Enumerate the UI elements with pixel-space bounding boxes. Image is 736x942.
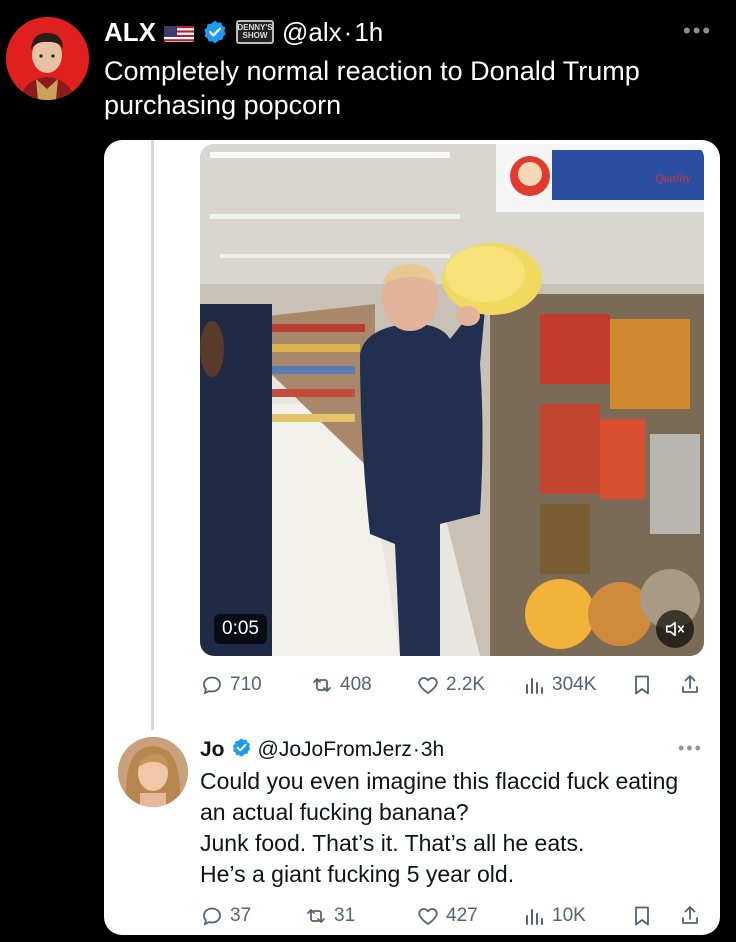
like-button[interactable]: 427	[416, 904, 478, 928]
quoted-thread-card: Quality 0:05 710 408 2.2K 304K Jo @JoJoF…	[104, 140, 720, 935]
reply-author-line: Jo @JoJoFromJerz · 3h	[200, 735, 444, 765]
share-icon	[682, 906, 698, 924]
share-button[interactable]	[678, 673, 702, 697]
repost-button[interactable]: 408	[310, 673, 372, 697]
like-count: 427	[446, 905, 478, 926]
views-button[interactable]: 10K	[522, 904, 586, 928]
repost-icon	[307, 909, 325, 923]
dot-separator: ·	[343, 16, 353, 47]
verified-badge-icon	[231, 737, 252, 764]
analytics-icon	[526, 678, 543, 694]
tweet-text: Completely normal reaction to Donald Tru…	[104, 56, 640, 120]
heart-icon	[418, 908, 438, 925]
video-duration: 0:05	[214, 614, 267, 644]
reply-button[interactable]: 710	[200, 673, 262, 697]
reply-icon	[203, 907, 221, 926]
analytics-icon	[526, 909, 543, 925]
reply-icon	[203, 676, 221, 695]
more-options-icon[interactable]: •••	[683, 18, 712, 44]
speaker-muted-icon	[665, 621, 685, 637]
reply-button[interactable]: 37	[200, 904, 251, 928]
share-button[interactable]	[678, 904, 702, 928]
avatar[interactable]	[6, 17, 89, 100]
like-count: 2.2K	[446, 674, 486, 695]
repost-count: 31	[334, 905, 356, 926]
sign-quality-text: Quality	[655, 171, 692, 185]
reply-action-bar: 37 31 427 10K	[200, 898, 708, 934]
bookmark-button[interactable]	[630, 673, 654, 697]
tweet-action-bar: 710 408 2.2K 304K	[200, 667, 708, 703]
heart-icon	[418, 677, 438, 694]
mute-button[interactable]	[656, 610, 694, 648]
video-player[interactable]: Quality 0:05	[200, 144, 704, 656]
bookmark-button[interactable]	[630, 904, 654, 928]
tweet-author-line: ALX DENNY'S SHOW @alx · 1h	[104, 14, 383, 50]
reply-time[interactable]: 3h	[421, 738, 444, 762]
tweet-time[interactable]: 1h	[354, 17, 383, 48]
views-button[interactable]: 304K	[522, 673, 596, 697]
reply-line: He’s a giant fucking 5 year old.	[200, 861, 515, 887]
us-flag-icon	[164, 22, 194, 42]
bookmark-icon	[635, 906, 649, 926]
thread-connector-line	[151, 140, 154, 730]
reply-line: Could you even imagine this flaccid fuck…	[200, 768, 679, 825]
author-name[interactable]: ALX	[104, 17, 156, 48]
repost-button[interactable]: 31	[304, 904, 355, 928]
more-options-icon[interactable]: •••	[678, 738, 703, 759]
author-handle[interactable]: @alx	[282, 17, 342, 48]
reply-text: Could you even imagine this flaccid fuck…	[200, 766, 710, 890]
view-count: 304K	[552, 674, 597, 695]
dot-separator: ·	[412, 738, 420, 761]
reply-count: 710	[230, 674, 262, 695]
reply-author-name[interactable]: Jo	[200, 738, 225, 762]
reply-line: Junk food. That’s it. That’s all he eats…	[200, 830, 585, 856]
like-button[interactable]: 2.2K	[416, 673, 485, 697]
verified-badge-icon	[202, 19, 228, 45]
bookmark-icon	[635, 675, 649, 695]
reply-count: 37	[230, 905, 252, 926]
repost-count: 408	[340, 674, 372, 695]
reply-avatar[interactable]	[118, 737, 188, 807]
main-tweet-header: ALX DENNY'S SHOW @alx · 1h ••• Completel…	[0, 0, 736, 140]
affiliation-badge-icon: DENNY'S SHOW	[236, 20, 274, 44]
repost-icon	[313, 678, 331, 692]
reply-author-handle[interactable]: @JoJoFromJerz	[258, 738, 412, 762]
view-count: 10K	[552, 905, 586, 926]
share-icon	[682, 675, 698, 693]
